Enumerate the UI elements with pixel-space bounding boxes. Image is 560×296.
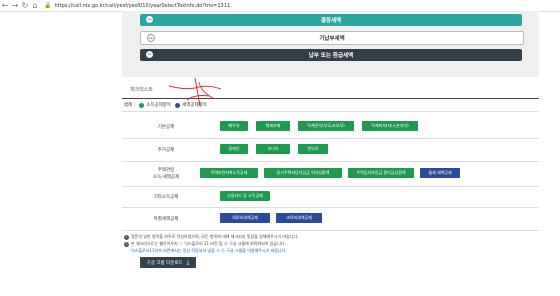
- note-text: 본 체크리스트는 웹아이우저 ⓘ 익스플로러 11 버전 및 ⓖ 구글 크롬에 …: [131, 241, 286, 246]
- checklist-title: 체크리스트: [130, 87, 154, 93]
- row-housing: 주택관련 소득·세액공제 주택마련저축소득공제 장기주택저당차입금 이자상환액 …: [122, 162, 539, 187]
- collapse-icon: −: [147, 34, 155, 42]
- chrome-download-button[interactable]: 구글 크롬 다운로드 ⤓: [140, 257, 196, 268]
- btn-ascendants[interactable]: 직계존속(부모,조부모): [298, 121, 354, 131]
- btn-rent-credit[interactable]: 월세 세액공제: [420, 168, 460, 178]
- note-text: 절문의 일반 항목을 위주로 작성하였으며, 모든 항목에 대해 체크되지 못함…: [131, 234, 299, 239]
- btn-siblings[interactable]: 형제자매: [256, 121, 290, 131]
- note-text: 익스플로러11이하 버전에서는 정상 작동되지 않을 시 ⓖ 구글 크롬을 이용…: [131, 248, 287, 253]
- row-label: 기본공제: [157, 125, 175, 130]
- btn-medical-credit[interactable]: 의료비세액공제: [220, 213, 270, 223]
- btn-credit-card[interactable]: 신용카드 등 소득공제: [220, 191, 270, 201]
- row-label: 특별세액공제: [153, 217, 179, 222]
- btn-mortgage-interest[interactable]: 장기주택저당차입금 이자상환액: [264, 168, 342, 178]
- row-additional-deduction: 추가공제 장애인 부녀자 한부모: [122, 139, 539, 162]
- accordion-label: 기납부세액: [319, 36, 345, 42]
- collapse-icon: −: [146, 51, 153, 58]
- download-label: 구글 크롬 다운로드: [146, 260, 183, 266]
- row-basic-deduction: 기본공제 배우자 형제자매 직계존속(부모,조부모) 직계비속(자녀,손자녀): [122, 116, 539, 139]
- btn-female-householder[interactable]: 부녀자: [256, 144, 290, 154]
- btn-housing-savings[interactable]: 주택마련저축소득공제: [200, 168, 258, 178]
- download-icon: ⤓: [186, 258, 190, 266]
- forward-icon[interactable]: →: [10, 0, 20, 11]
- accordion-label: 납부 또는 환급세액: [308, 53, 354, 59]
- row-label: 기타소득공제: [153, 195, 179, 200]
- btn-lease-loan[interactable]: 주택임차차입금 원리금상환액: [348, 168, 414, 178]
- btn-spouse[interactable]: 배우자: [220, 121, 248, 131]
- address-bar[interactable]: https://call.nts.go.kr/call/yesf/yesf010…: [54, 3, 230, 9]
- row-label: 추가공제: [157, 148, 175, 153]
- legend-credit: 세액공제항목: [182, 103, 207, 108]
- btn-single-parent[interactable]: 한부모: [298, 144, 328, 154]
- legend-divider: [122, 110, 539, 112]
- btn-disabled[interactable]: 장애인: [220, 144, 248, 154]
- row-other-deduction: 기타소득공제 신용카드 등 소득공제: [122, 187, 539, 208]
- btn-descendants[interactable]: 직계비속(자녀,손자녀): [362, 121, 418, 131]
- deduction-dot-icon: [139, 102, 145, 108]
- row-label-line2: 소득·세액공제: [152, 175, 180, 180]
- note-2: ! 본 체크리스트는 웹아이우저 ⓘ 익스플로러 11 버전 및 ⓖ 구글 크롬…: [124, 241, 286, 247]
- legend: 범례 : 소득공제항목 세액공제항목: [124, 102, 207, 108]
- btn-education-credit[interactable]: 교육비세액공제: [276, 213, 322, 223]
- accordion-prepaid-tax[interactable]: − 기납부세액: [140, 31, 524, 45]
- back-icon[interactable]: ←: [0, 0, 10, 11]
- info-icon: !: [124, 234, 129, 240]
- lock-icon[interactable]: 🔒: [44, 2, 51, 9]
- row-special-credit: 특별세액공제 의료비세액공제 교육비세액공제: [122, 208, 539, 231]
- accordion-payment-refund[interactable]: − 납부 또는 환급세액: [140, 49, 522, 61]
- reload-icon[interactable]: ↻: [20, 0, 30, 11]
- home-icon[interactable]: ⌂: [30, 0, 40, 11]
- legend-label: 범례 :: [124, 103, 136, 108]
- note-1: ! 절문의 일반 항목을 위주로 작성하였으며, 모든 항목에 대해 체크되지 …: [124, 234, 298, 240]
- credit-dot-icon: [175, 102, 181, 108]
- info-icon: !: [124, 241, 129, 247]
- summary-panel: − 결정세액 − 기납부세액 − 납부 또는 환급세액: [122, 11, 539, 77]
- checklist-top-rule: [122, 98, 539, 99]
- note-3: 익스플로러11이하 버전에서는 정상 작동되지 않을 시 ⓖ 구글 크롬을 이용…: [131, 248, 287, 254]
- row-label-line1: 주택관련: [157, 168, 175, 173]
- legend-deduction: 소득공제항목: [146, 103, 172, 108]
- accordion-decided-tax[interactable]: − 결정세액: [140, 14, 522, 26]
- collapse-icon: −: [146, 16, 153, 23]
- accordion-label: 결정세액: [320, 18, 342, 24]
